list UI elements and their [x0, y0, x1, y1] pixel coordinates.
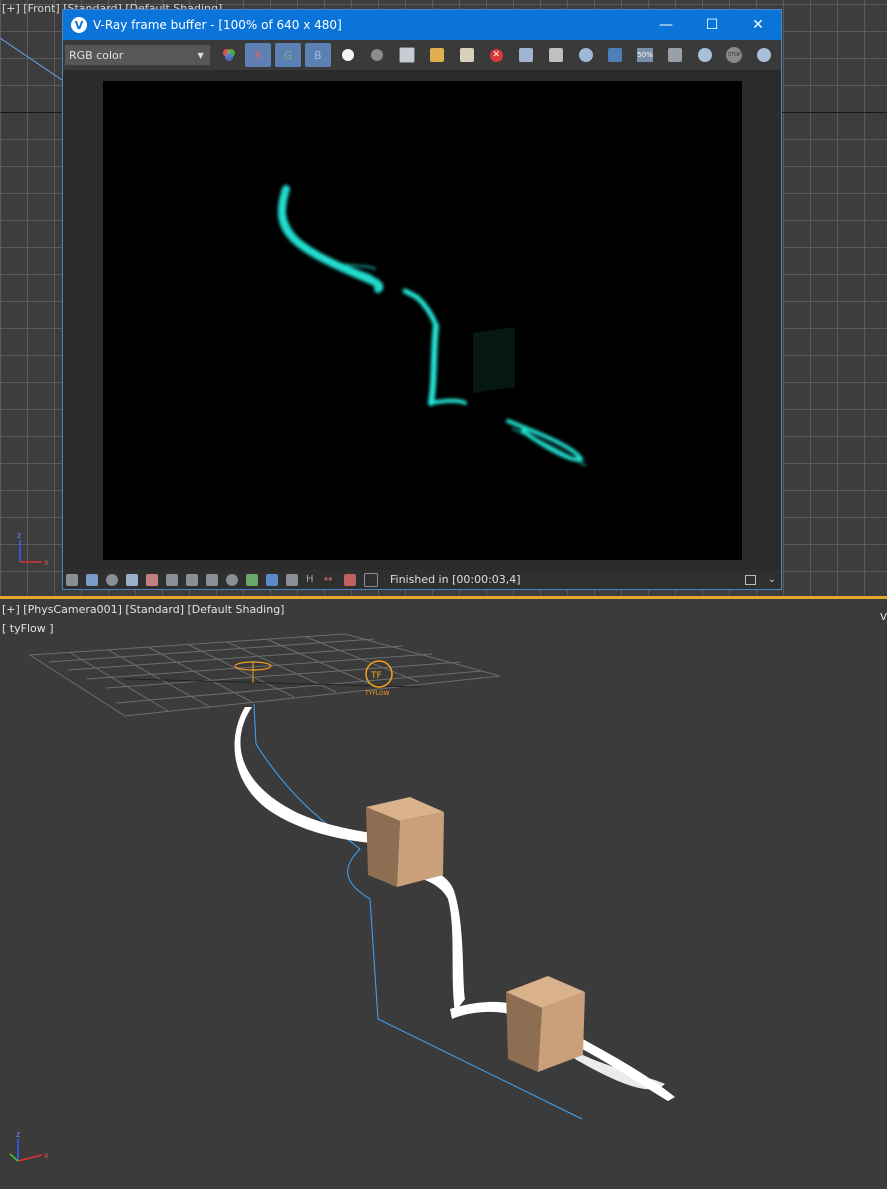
axis-z-label: z	[17, 531, 21, 540]
gray-circle-icon[interactable]	[364, 43, 390, 67]
close-button[interactable]: ✕	[735, 10, 781, 40]
layers-icon[interactable]	[86, 573, 98, 586]
clear-icon[interactable]: ✕	[483, 43, 509, 67]
chevron-down-icon: ▼	[197, 50, 204, 60]
axis-x-label: x	[44, 558, 49, 567]
lut-icon[interactable]	[286, 573, 298, 586]
red-channel-button[interactable]: R	[245, 43, 272, 67]
dim-box	[473, 327, 515, 393]
render-image-content	[277, 185, 586, 466]
stop-icon[interactable]: STOP	[721, 43, 747, 67]
render-image[interactable]	[103, 81, 742, 560]
render-teapot-icon[interactable]	[692, 43, 718, 67]
vray-logo-icon: V	[71, 17, 87, 33]
crosshair-icon[interactable]	[364, 572, 378, 587]
zoom-50-icon[interactable]: 50%	[632, 43, 658, 67]
maximize-button[interactable]: ☐	[689, 10, 735, 40]
restore-icon[interactable]	[744, 574, 756, 585]
box-lower	[506, 976, 585, 1072]
axis-x-label: x	[44, 1151, 49, 1160]
vray-frame-buffer-window[interactable]: V V-Ray frame buffer - [100% of 640 x 48…	[62, 9, 782, 590]
render-status: Finished in [00:00:03,4]	[390, 573, 521, 586]
save-icon[interactable]	[394, 43, 420, 67]
vfb-titlebar[interactable]: V V-Ray frame buffer - [100% of 640 x 48…	[63, 10, 781, 40]
color-channels-icon[interactable]	[216, 43, 242, 67]
white-circle-icon[interactable]	[335, 43, 361, 67]
channel-select[interactable]: RGB color ▼	[65, 45, 210, 65]
clipboard-icon[interactable]	[454, 43, 480, 67]
region-render-icon[interactable]	[573, 43, 599, 67]
interactive-render-icon[interactable]	[751, 43, 777, 67]
channels-bar-icon[interactable]	[344, 573, 356, 586]
vfb-toolbar: RGB color ▼ R G B ✕ 50% STOP	[63, 40, 781, 70]
open-folder-icon[interactable]	[424, 43, 450, 67]
history-panel-icon[interactable]	[66, 573, 78, 586]
scene-geometry: TF TYFLOW z x	[9, 633, 675, 1162]
minimize-button[interactable]: —	[643, 10, 689, 40]
vfb-statusbar: H ↔ Finished in [00:00:03,4] ⌄	[63, 570, 781, 589]
svg-text:TF: TF	[370, 671, 382, 681]
box-upper	[366, 797, 444, 887]
compare-icon[interactable]: ↔	[324, 574, 336, 586]
camera-viewport[interactable]: [+] [PhysCamera001] [Standard] [Default …	[0, 599, 887, 1189]
tyflow-icon-label: TYFLOW	[364, 690, 390, 697]
history-icon[interactable]	[662, 43, 688, 67]
vfb-title: V-Ray frame buffer - [100% of 640 x 480]	[93, 18, 342, 32]
exposure-icon[interactable]	[206, 573, 218, 586]
color-correction-icon[interactable]	[126, 573, 138, 586]
curves-icon[interactable]	[186, 573, 198, 586]
particle-ribbons	[234, 707, 675, 1101]
axis-z-label: z	[16, 1130, 20, 1139]
blue-channel-button[interactable]: B	[304, 43, 331, 67]
hsl-icon[interactable]	[146, 573, 158, 586]
levels-icon[interactable]	[166, 573, 178, 586]
expand-icon[interactable]: ⌄	[768, 574, 776, 585]
settings-icon[interactable]	[226, 573, 238, 586]
green-channel-button[interactable]: G	[275, 43, 301, 67]
lens-effects-icon[interactable]	[602, 43, 628, 67]
histogram-icon[interactable]: H	[306, 574, 316, 586]
channel-select-value: RGB color	[69, 48, 124, 62]
lens-icon[interactable]	[266, 573, 278, 586]
duplicate-icon[interactable]	[513, 43, 539, 67]
info-icon[interactable]	[106, 573, 118, 586]
camera-line	[0, 37, 63, 81]
background-icon[interactable]	[246, 573, 258, 586]
track-mouse-icon[interactable]	[543, 43, 569, 67]
grid-plane	[28, 633, 501, 717]
